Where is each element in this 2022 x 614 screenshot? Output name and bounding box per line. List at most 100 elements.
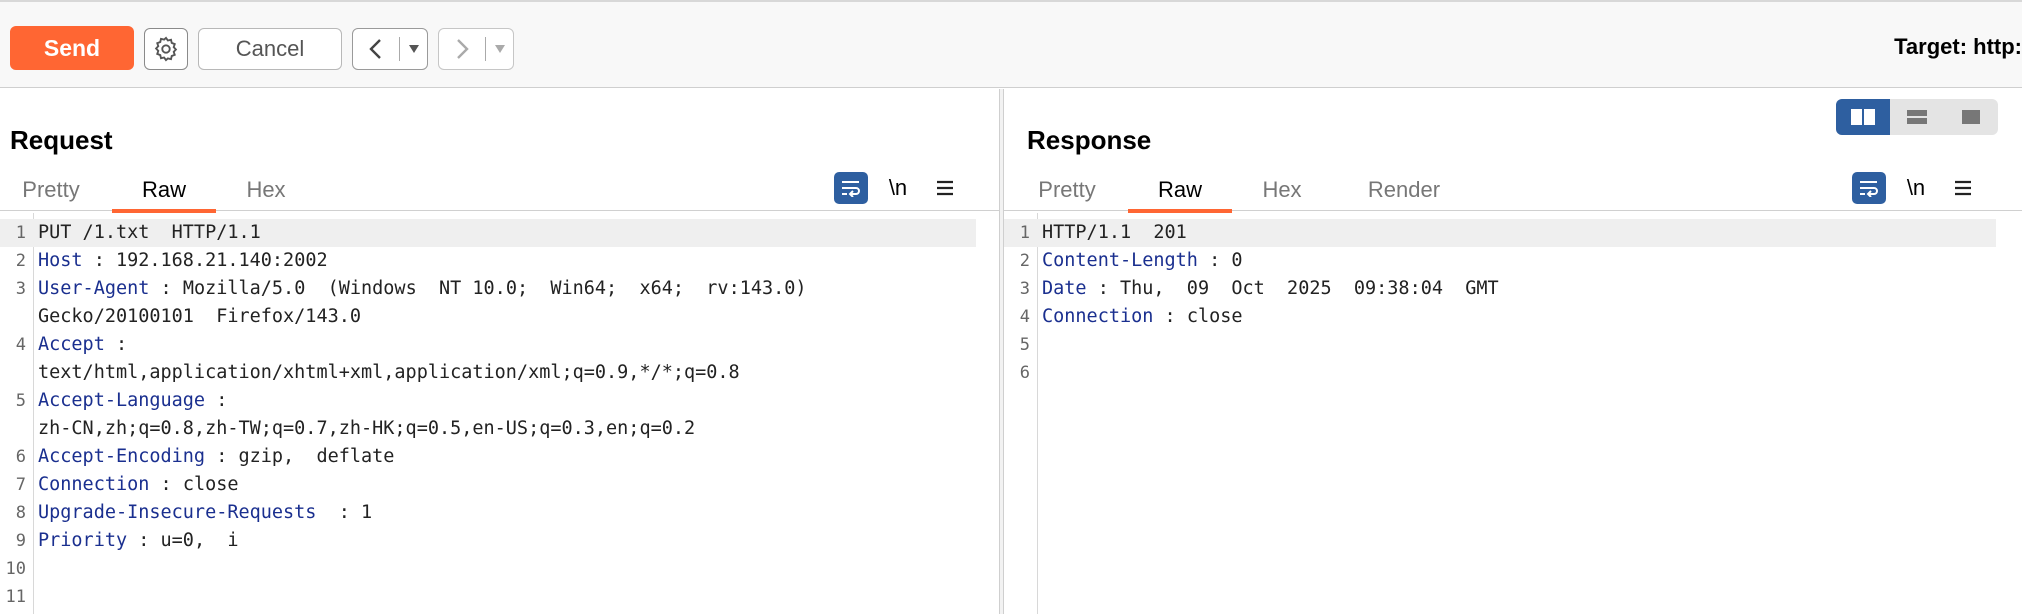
header-name: Accept-Language	[38, 390, 206, 411]
header-name: Connection	[1042, 306, 1154, 327]
header-value: 1	[361, 502, 373, 523]
line-number: 1	[15, 223, 26, 243]
code-line[interactable]: 7 Connection : close	[0, 471, 976, 499]
header-name: Accept-Encoding	[38, 446, 206, 467]
gear-icon	[154, 36, 178, 62]
tab-request-pretty[interactable]: Pretty	[10, 169, 92, 211]
response-title: Response	[1027, 125, 1152, 155]
header-separator: :	[1086, 278, 1120, 299]
tab-request-raw[interactable]: Raw	[112, 169, 216, 213]
cancel-button[interactable]: Cancel	[198, 28, 342, 70]
code-line[interactable]: 5	[1004, 331, 1996, 359]
header-name: Connection	[38, 474, 150, 495]
history-forward-button[interactable]	[438, 28, 514, 70]
line-text: text/html,application/xhtml+xml,applicat…	[38, 359, 740, 387]
code-line[interactable]: text/html,application/xhtml+xml,applicat…	[0, 359, 976, 387]
code-line[interactable]: 1 PUT /1.txt HTTP/1.1	[0, 219, 976, 247]
line-content: text/html,application/xhtml+xml,applicat…	[38, 362, 740, 383]
line-number: 6	[1019, 363, 1030, 383]
caret-down-icon[interactable]	[486, 44, 513, 54]
line-number: 4	[1019, 307, 1030, 327]
header-separator: :	[104, 334, 128, 355]
single-pane-icon[interactable]	[1944, 99, 1998, 135]
wrap-lines-icon[interactable]	[1852, 172, 1886, 204]
code-line[interactable]: 11	[0, 583, 976, 611]
code-line[interactable]: Gecko/20100101 Firefox/143.0	[0, 303, 976, 331]
header-name: Date	[1042, 278, 1087, 299]
hamburger-menu-icon[interactable]	[1946, 179, 1980, 197]
wrap-lines-icon[interactable]	[834, 172, 868, 204]
line-content: zh-CN,zh;q=0.8,zh-TW;q=0.7,zh-HK;q=0.5,e…	[38, 418, 696, 439]
history-back-button[interactable]	[352, 28, 428, 70]
tab-response-render[interactable]: Render	[1352, 169, 1456, 211]
line-number: 5	[15, 391, 26, 411]
line-number: 2	[1019, 251, 1030, 271]
line-number: 2	[15, 251, 26, 271]
line-text: Priority : u=0, i	[38, 527, 239, 555]
settings-button[interactable]	[144, 28, 188, 70]
line-text: PUT /1.txt HTTP/1.1	[38, 219, 261, 247]
request-editor[interactable]: 1 PUT /1.txt HTTP/1.1 2 Host : 192.168.21.1…	[0, 213, 999, 614]
line-text: HTTP/1.1 201	[1042, 219, 1187, 247]
response-panel: Response Pretty Raw Hex Render \n 1 HTTP/…	[1004, 89, 2022, 614]
response-editor[interactable]: 1 HTTP/1.1 201 2 Content-Length : 0 3 Date : …	[1004, 213, 2022, 614]
line-number: 8	[15, 503, 26, 523]
header-name: Host	[38, 250, 83, 271]
code-line[interactable]: 6 Accept-Encoding : gzip, deflate	[0, 443, 976, 471]
hamburger-menu-icon[interactable]	[928, 179, 962, 197]
show-newlines-button[interactable]: \n	[1886, 175, 1946, 201]
code-line[interactable]: 2 Host : 192.168.21.140:2002	[0, 247, 976, 275]
show-newlines-button[interactable]: \n	[868, 175, 928, 201]
code-line[interactable]: 6	[1004, 359, 1996, 387]
line-content: Gecko/20100101 Firefox/143.0	[38, 306, 362, 327]
header-separator: :	[82, 250, 116, 271]
code-line[interactable]: 3 User-Agent : Mozilla/5.0 (Windows NT 10…	[0, 275, 976, 303]
code-line[interactable]: 2 Content-Length : 0	[1004, 247, 1996, 275]
code-line[interactable]: 10	[0, 555, 976, 583]
send-button[interactable]: Send	[10, 26, 134, 70]
tab-response-raw[interactable]: Raw	[1128, 169, 1232, 213]
caret-down-icon[interactable]	[400, 44, 427, 54]
line-content: HTTP/1.1 201	[1042, 222, 1187, 243]
tab-request-hex[interactable]: Hex	[232, 169, 300, 211]
tab-response-hex[interactable]: Hex	[1248, 169, 1316, 211]
code-line[interactable]: 4 Accept :	[0, 331, 976, 359]
line-number: 1	[1019, 223, 1030, 243]
toolbar: Send Cancel Target: http:	[0, 0, 2022, 88]
chevron-right-icon[interactable]	[439, 37, 485, 61]
header-separator: :	[205, 390, 228, 411]
line-text: Connection : close	[38, 471, 239, 499]
code-line[interactable]: 8 Upgrade-Insecure-Requests : 1	[0, 499, 976, 527]
line-text: Date : Thu, 09 Oct 2025 09:38:04 GMT	[1042, 275, 1499, 303]
code-line[interactable]: zh-CN,zh;q=0.8,zh-TW;q=0.7,zh-HK;q=0.5,e…	[0, 415, 976, 443]
split-horizontal-icon[interactable]	[1836, 99, 1890, 135]
header-name: Priority	[38, 530, 128, 551]
header-separator: :	[149, 474, 183, 495]
header-separator: :	[149, 278, 183, 299]
request-panel: Request Pretty Raw Hex \n 1 PUT /1.txt HT…	[0, 89, 999, 614]
header-value: Mozilla/5.0 (Windows NT 10.0; Win64; x64…	[182, 278, 807, 299]
code-line[interactable]: 3 Date : Thu, 09 Oct 2025 09:38:04 GMT	[1004, 275, 1996, 303]
line-text: zh-CN,zh;q=0.8,zh-TW;q=0.7,zh-HK;q=0.5,e…	[38, 415, 695, 443]
code-line[interactable]: 9 Priority : u=0, i	[0, 527, 976, 555]
code-line[interactable]: 5 Accept-Language :	[0, 387, 976, 415]
tab-response-pretty[interactable]: Pretty	[1026, 169, 1108, 211]
header-name: Upgrade-Insecure-Requests	[38, 502, 317, 523]
header-value: close	[182, 474, 239, 495]
header-separator: :	[1153, 306, 1187, 327]
line-number: 5	[1019, 335, 1030, 355]
code-line[interactable]: 4 Connection : close	[1004, 303, 1996, 331]
split-vertical-icon[interactable]	[1890, 99, 1944, 135]
code-line[interactable]: 1 HTTP/1.1 201	[1004, 219, 1996, 247]
line-number: 11	[5, 587, 26, 607]
header-name: User-Agent	[38, 278, 150, 299]
line-number: 7	[15, 475, 26, 495]
header-value: 192.168.21.140:2002	[115, 250, 328, 271]
line-text: Accept-Encoding : gzip, deflate	[38, 443, 394, 471]
target-label[interactable]: Target: http:	[1894, 34, 2022, 60]
chevron-left-icon[interactable]	[353, 37, 399, 61]
line-number: 9	[15, 531, 26, 551]
header-name: Accept	[38, 334, 105, 355]
line-text: Host : 192.168.21.140:2002	[38, 247, 328, 275]
header-separator: :	[1197, 250, 1232, 271]
